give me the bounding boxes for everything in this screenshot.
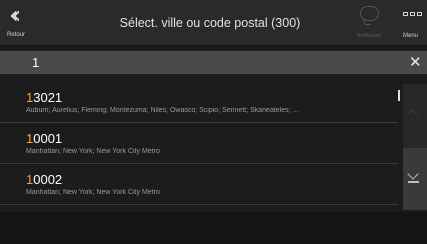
chevron-down-icon: [407, 168, 419, 180]
code-rest: 0001: [33, 131, 63, 146]
list-item[interactable]: 10001 Manhattan; New York; New York City…: [0, 124, 398, 164]
list-scroll-thumb[interactable]: [398, 90, 400, 101]
menu-button[interactable]: Menu: [398, 0, 427, 46]
chevron-up-icon: [408, 109, 420, 121]
postal-code: 10001: [26, 132, 62, 146]
bottom-bar-icon: [408, 181, 419, 183]
code-rest: 0002: [33, 172, 63, 187]
back-button[interactable]: ‹‹ Retour: [0, 0, 44, 46]
top-bar: ‹‹ Retour Sélect. ville ou code postal (…: [0, 0, 427, 46]
postal-code: 10002: [26, 173, 62, 187]
bottom-area: [0, 212, 427, 244]
city-list: Manhattan; New York; New York City Metro: [26, 189, 160, 196]
scroll-up-button[interactable]: [403, 84, 427, 148]
postal-code: 13021: [26, 91, 62, 105]
notification-button[interactable]: Notification: [347, 0, 391, 46]
city-list: Auburn; Aurelius; Fleming; Montezuma; Ni…: [26, 107, 299, 114]
scroll-down-button[interactable]: [403, 148, 427, 210]
list-item[interactable]: 13021 Auburn; Aurelius; Fleming; Montezu…: [0, 83, 398, 123]
speech-bubble-icon: [360, 6, 379, 21]
double-chevron-left-icon: ‹‹: [9, 1, 21, 29]
city-list: Manhattan; New York; New York City Metro: [26, 148, 160, 155]
scroll-panel: [403, 84, 427, 210]
grid-icon: [403, 12, 427, 22]
page-title: Sélect. ville ou code postal (300): [119, 16, 301, 30]
search-bar: 1 ✕: [0, 51, 427, 74]
back-label: Retour: [7, 32, 26, 38]
menu-label: Menu: [403, 33, 419, 39]
list-item[interactable]: 10002 Manhattan; New York; New York City…: [0, 165, 398, 205]
results-list: 13021 Auburn; Aurelius; Fleming; Montezu…: [0, 83, 398, 210]
search-input[interactable]: 1: [32, 51, 39, 74]
notification-label: Notification: [356, 33, 382, 39]
close-icon[interactable]: ✕: [409, 51, 427, 74]
code-rest: 3021: [33, 90, 63, 105]
